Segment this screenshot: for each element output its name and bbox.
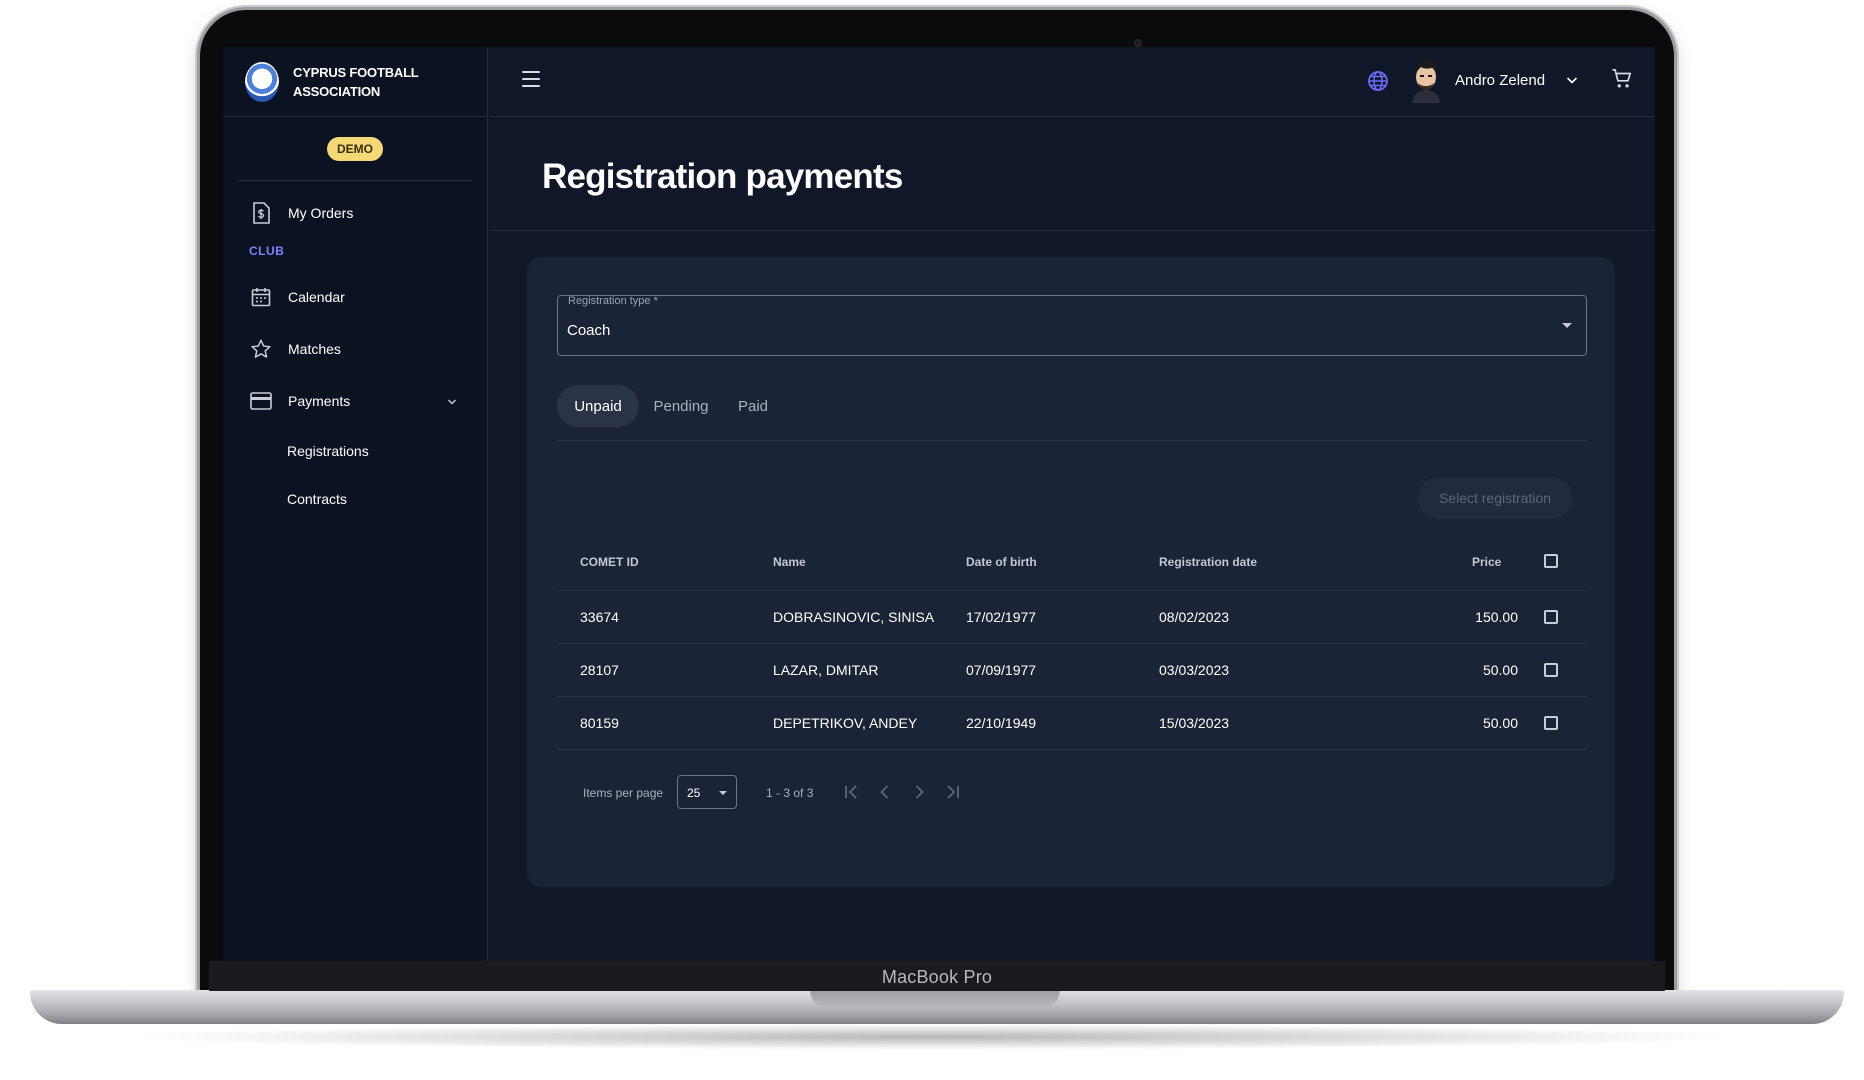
select-registration-button[interactable]: Select registration [1418, 477, 1572, 519]
dropdown-arrow-icon [719, 791, 727, 795]
cell-name: DEPETRIKOV, ANDEY [773, 715, 918, 731]
sidebar-item-label: Calendar [288, 289, 345, 305]
laptop-shadow [120, 1024, 1744, 1050]
cell-name: LAZAR, DMITAR [773, 662, 879, 678]
sidebar-subitem-registrations[interactable]: Registrations [287, 443, 369, 459]
table-header: COMET ID Name Date of birth Registration… [557, 533, 1587, 591]
star-icon [250, 338, 272, 360]
chevron-down-icon[interactable] [1566, 72, 1578, 90]
column-header-price[interactable]: Price [1472, 555, 1501, 569]
sidebar-item-label: Payments [288, 393, 351, 409]
row-checkbox[interactable] [1544, 716, 1558, 730]
sidebar-item-calendar[interactable]: Calendar [250, 286, 345, 308]
screen: CYPRUS FOOTBALL ASSOCIATION DEMO My Orde… [223, 47, 1655, 961]
previous-page-icon[interactable] [875, 782, 895, 802]
cfa-logo-icon [245, 61, 279, 102]
items-per-page-select[interactable]: 25 [677, 775, 737, 809]
paginator: Items per page 25 1 - 3 of 3 [557, 773, 1587, 813]
status-tabs: Unpaid Pending Paid [557, 385, 1587, 441]
cell-comet-id: 28107 [580, 662, 619, 678]
sidebar-item-matches[interactable]: Matches [250, 338, 341, 360]
sidebar-item-my-orders[interactable]: My Orders [250, 202, 353, 224]
cell-dob: 17/02/1977 [966, 609, 1037, 625]
hamburger-menu-icon[interactable] [522, 71, 540, 87]
column-header-name[interactable]: Name [773, 555, 806, 569]
camera [1134, 39, 1142, 47]
sidebar-item-label: Matches [288, 341, 341, 357]
cell-price: 150.00 [1475, 609, 1518, 625]
user-name[interactable]: Andro Zelend [1455, 72, 1545, 89]
demo-badge: DEMO [327, 136, 383, 161]
topbar: Andro Zelend [489, 47, 1655, 117]
sidebar-subitem-contracts[interactable]: Contracts [287, 491, 347, 507]
column-header-registration-date[interactable]: Registration date [1159, 555, 1257, 569]
demo-wrap: DEMO [238, 117, 472, 181]
brand[interactable]: CYPRUS FOOTBALL ASSOCIATION [223, 47, 487, 117]
table-row[interactable]: 80159 DEPETRIKOV, ANDEY 22/10/1949 15/03… [557, 697, 1587, 750]
first-page-icon[interactable] [842, 782, 862, 802]
cell-registration-date: 08/02/2023 [1159, 609, 1230, 625]
cell-dob: 22/10/1949 [966, 715, 1037, 731]
laptop-chin: MacBook Pro [209, 961, 1665, 991]
cell-registration-date: 03/03/2023 [1159, 662, 1230, 678]
sidebar-item-label: My Orders [288, 205, 354, 221]
section-club: CLUB [249, 244, 285, 258]
tab-unpaid[interactable]: Unpaid [557, 385, 639, 427]
select-value: Coach [567, 322, 611, 339]
cell-registration-date: 15/03/2023 [1159, 715, 1230, 731]
row-checkbox[interactable] [1544, 610, 1558, 624]
next-page-icon[interactable] [909, 782, 929, 802]
table-row[interactable]: 28107 LAZAR, DMITAR 07/09/1977 03/03/202… [557, 644, 1587, 697]
page-title: Registration payments [542, 157, 903, 196]
cell-price: 50.00 [1482, 662, 1518, 678]
calendar-icon [250, 286, 272, 308]
cell-comet-id: 80159 [580, 715, 619, 731]
globe-icon[interactable] [1367, 70, 1389, 97]
dropdown-arrow-icon [1562, 323, 1572, 328]
brand-name: CYPRUS FOOTBALL ASSOCIATION [293, 64, 419, 99]
cart-icon[interactable] [1611, 68, 1633, 95]
cell-name: DOBRASINOVIC, SINISA [773, 609, 935, 625]
column-header-comet-id[interactable]: COMET ID [580, 555, 639, 569]
page-range: 1 - 3 of 3 [766, 786, 814, 800]
tab-paid[interactable]: Paid [723, 385, 783, 427]
cell-price: 50.00 [1482, 715, 1518, 731]
sidebar: CYPRUS FOOTBALL ASSOCIATION DEMO My Orde… [223, 47, 488, 961]
invoice-icon [250, 202, 272, 224]
items-per-page-label: Items per page [583, 786, 664, 800]
row-checkbox[interactable] [1544, 663, 1558, 677]
cell-comet-id: 33674 [580, 609, 619, 625]
registration-card: Registration type * Coach Unpaid Pending… [527, 257, 1615, 887]
registration-type-select[interactable]: Registration type * Coach [557, 295, 1587, 356]
table-row[interactable]: 33674 DOBRASINOVIC, SINISA 17/02/1977 08… [557, 591, 1587, 644]
cell-dob: 07/09/1977 [966, 662, 1037, 678]
sidebar-item-payments[interactable]: Payments [250, 390, 460, 412]
credit-card-icon [250, 390, 272, 412]
tab-pending[interactable]: Pending [639, 385, 723, 427]
page-header: Registration payments [489, 117, 1655, 231]
select-all-checkbox[interactable] [1544, 554, 1558, 568]
select-label: Registration type * [568, 295, 658, 307]
chevron-down-icon [447, 393, 457, 409]
avatar[interactable] [1406, 55, 1446, 103]
laptop-notch [810, 990, 1060, 1008]
last-page-icon[interactable] [942, 782, 962, 802]
items-per-page-value: 25 [687, 786, 701, 800]
device-label: MacBook Pro [881, 967, 993, 987]
column-header-dob[interactable]: Date of birth [966, 555, 1037, 569]
